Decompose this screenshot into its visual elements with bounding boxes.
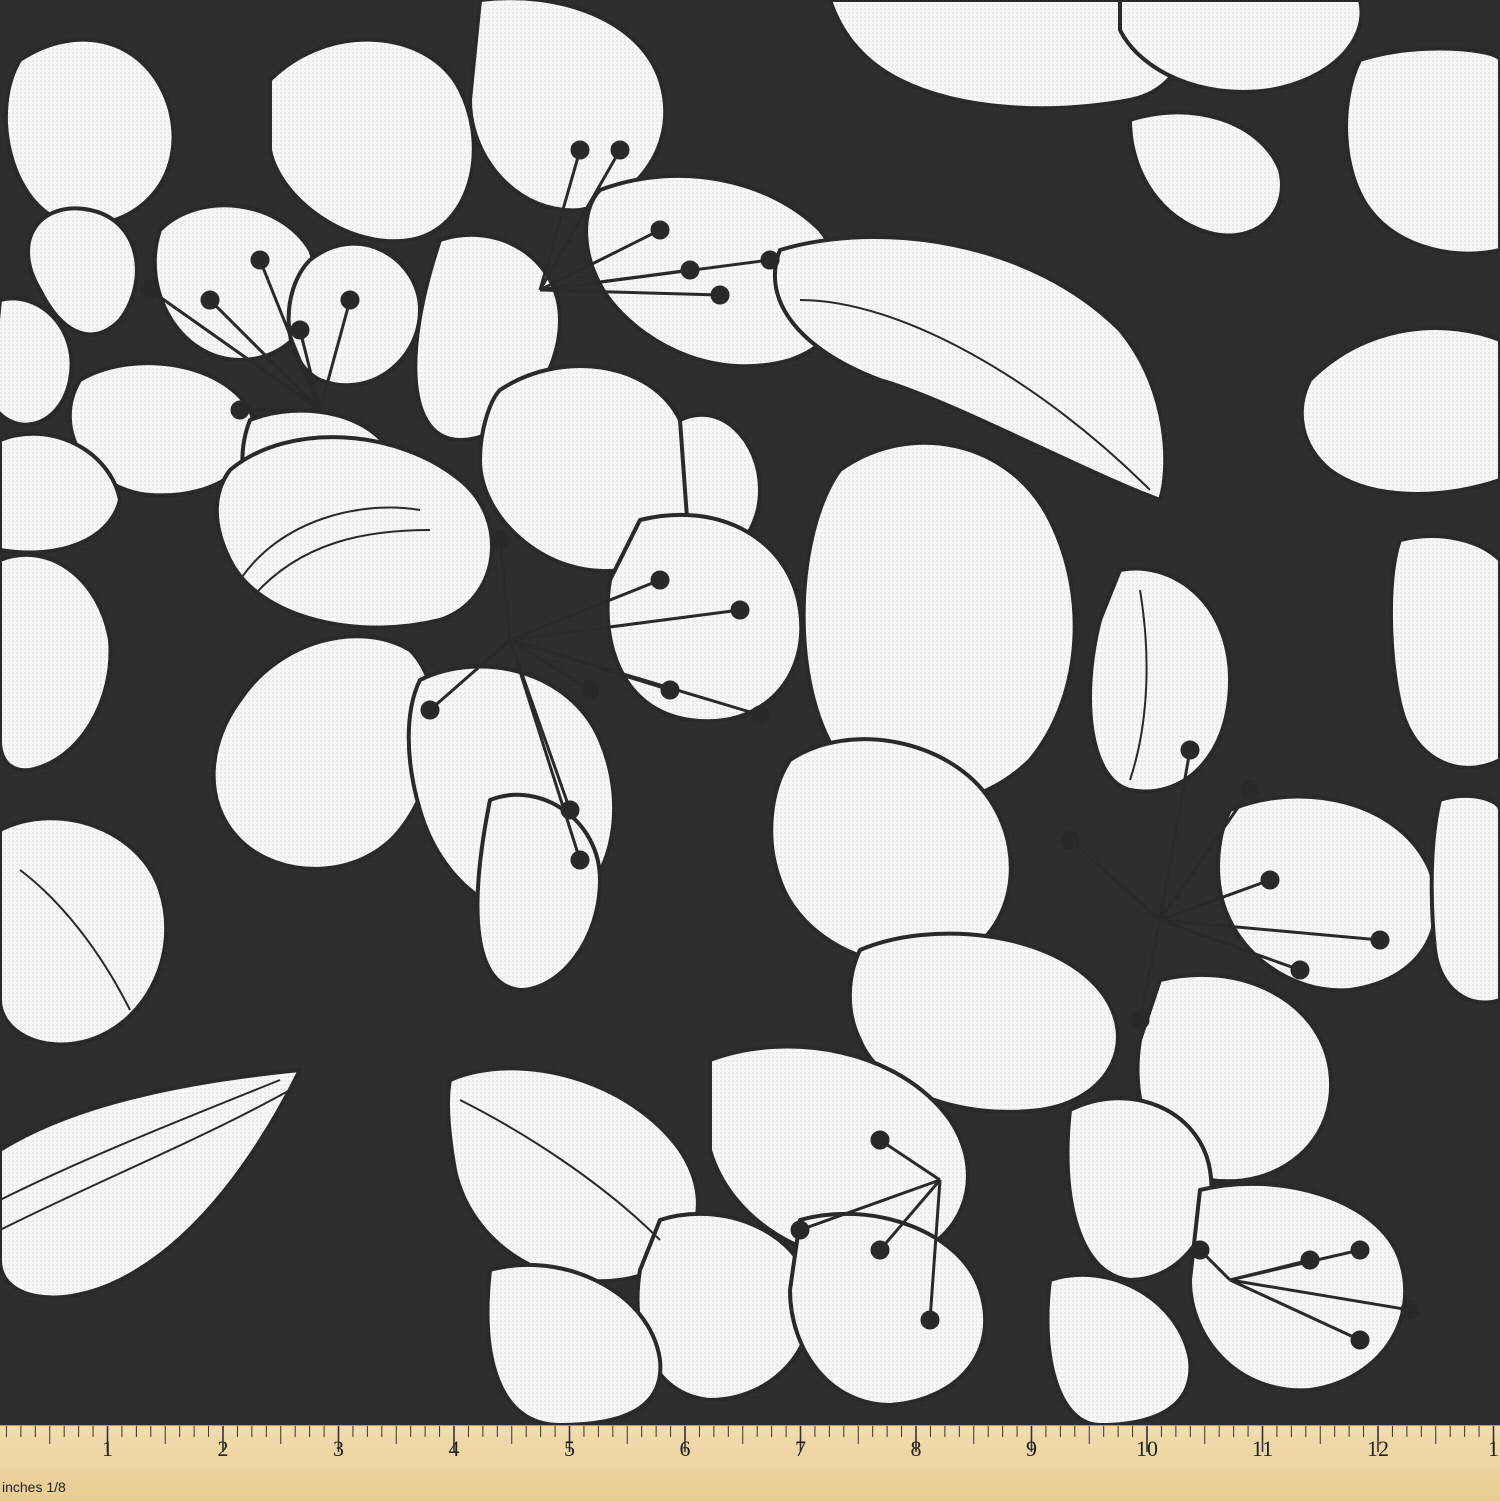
- floral-fabric-pattern: [0, 0, 1500, 1425]
- ruler-number: 5: [564, 1436, 575, 1461]
- ruler-unit-text: inches: [2, 1479, 43, 1495]
- ruler-number: 8: [911, 1436, 922, 1461]
- ruler-ticks: 1 2 3 4 5 6 7 8 9 10 11 12 1: [5, 1426, 1499, 1461]
- ruler-number: 1: [1488, 1436, 1499, 1461]
- ruler-number: 2: [218, 1436, 229, 1461]
- ruler-number: 11: [1252, 1436, 1273, 1461]
- ruler-fraction-text: 1/8: [46, 1479, 66, 1495]
- ruler-number: 10: [1136, 1436, 1158, 1461]
- ruler-number: 3: [333, 1436, 344, 1461]
- ruler-number: 7: [795, 1436, 806, 1461]
- measuring-ruler: 1 2 3 4 5 6 7 8 9 10 11 12 1: [0, 1425, 1500, 1501]
- ruler-unit-label: inches 1/8: [2, 1479, 66, 1495]
- ruler-number: 4: [449, 1436, 460, 1461]
- ruler-number: 1: [102, 1436, 113, 1461]
- ruler-number: 12: [1367, 1436, 1389, 1461]
- ruler-number: 9: [1026, 1436, 1037, 1461]
- ruler-number: 6: [680, 1436, 691, 1461]
